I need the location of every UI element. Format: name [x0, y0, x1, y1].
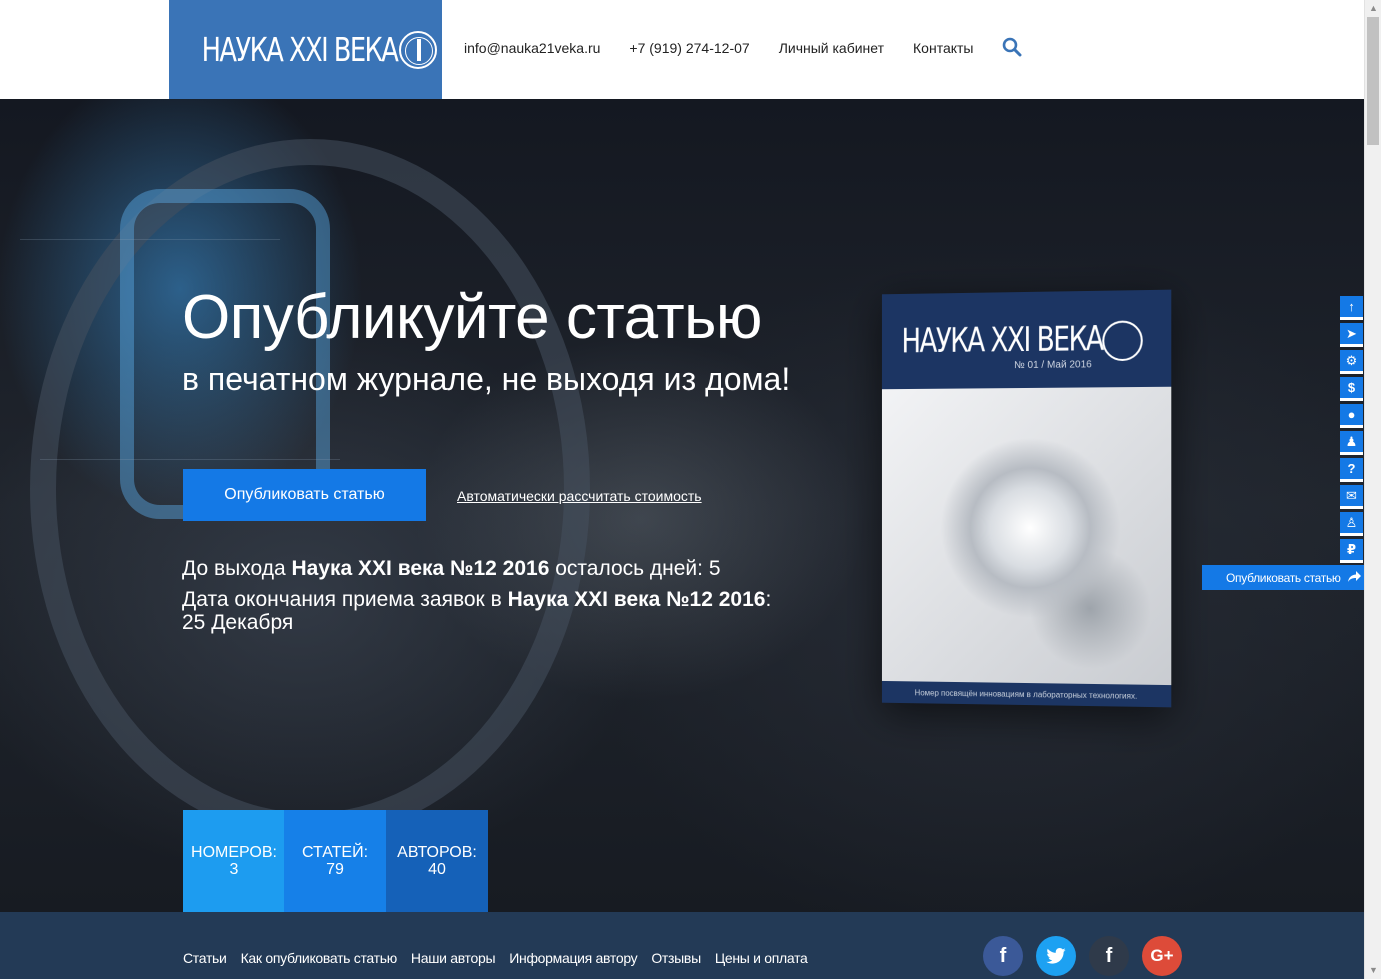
email-link[interactable]: info@nauka21veka.ru	[464, 40, 600, 56]
stat-value: 40	[428, 861, 446, 878]
users-icon[interactable]: ♟	[1340, 431, 1363, 455]
hero-section: Опубликуйте статью в печатном журнале, н…	[0, 99, 1364, 912]
background-decoration	[40, 459, 340, 460]
stat-label: НОМЕРОВ:	[191, 844, 277, 861]
footer-nav: Статьи Как опубликовать статью Наши авто…	[183, 950, 822, 966]
stat-articles: СТАТЕЙ: 79	[284, 810, 386, 912]
countdown-suffix: осталось дней: 5	[549, 557, 721, 580]
envelope-icon[interactable]: ✉	[1340, 485, 1363, 509]
twitter-bird-icon	[1046, 948, 1066, 964]
magazine-logo-icon	[1102, 320, 1143, 362]
twitter-icon[interactable]	[1036, 936, 1076, 976]
countdown-prefix: До выхода	[182, 557, 292, 580]
side-publish-button[interactable]: Опубликовать статью	[1202, 565, 1364, 590]
dollar-icon[interactable]: $	[1340, 377, 1363, 401]
magazine-cover: НАУКА XXI ВЕКА № 01 / Май 2016 Номер пос…	[881, 289, 1172, 708]
background-decoration	[20, 239, 280, 240]
countdown-issue: Наука XXI века №12 2016	[291, 557, 550, 580]
footer-link-reviews[interactable]: Отзывы	[651, 950, 701, 966]
stat-label: АВТОРОВ:	[397, 844, 477, 861]
site-header: НАУКА XXI ВЕКА info@nauka21veka.ru +7 (9…	[0, 0, 1364, 99]
issue-countdown: До выхода Наука XXI века №12 2016 остало…	[182, 557, 721, 580]
magazine-cover-image	[881, 386, 1172, 686]
top-nav: info@nauka21veka.ru +7 (919) 274-12-07 Л…	[464, 37, 1022, 57]
scrollbar-thumb[interactable]	[1367, 17, 1379, 145]
stat-label: СТАТЕЙ:	[301, 844, 369, 861]
question-icon[interactable]: ?	[1340, 458, 1363, 482]
share-icon	[1348, 571, 1361, 582]
deadline-date: 25 Декабря	[182, 611, 294, 634]
gear-icon[interactable]: ⚙	[1340, 350, 1363, 374]
stat-value: 79	[326, 861, 344, 878]
magazine-title: НАУКА XXI ВЕКА	[901, 318, 1103, 362]
scroll-down-arrow-icon[interactable]: ▼	[1365, 962, 1381, 979]
submission-deadline: Дата окончания приема заявок в Наука XXI…	[182, 588, 822, 634]
stat-authors: АВТОРОВ: 40	[386, 810, 488, 912]
contacts-link[interactable]: Контакты	[913, 40, 973, 56]
search-icon[interactable]	[1002, 37, 1022, 57]
magazine-header: НАУКА XXI ВЕКА № 01 / Май 2016	[881, 289, 1172, 390]
comment-icon[interactable]: ●	[1340, 404, 1363, 428]
phone-link[interactable]: +7 (919) 274-12-07	[629, 40, 749, 56]
vertical-scrollbar[interactable]: ▲ ▼	[1364, 0, 1381, 979]
footer-link-articles[interactable]: Статьи	[183, 950, 227, 966]
site-footer: Статьи Как опубликовать статью Наши авто…	[0, 912, 1364, 979]
arrow-up-icon[interactable]: ↑	[1340, 296, 1363, 320]
magazine-footer: Номер посвящён инновациям в лабораторных…	[881, 680, 1172, 708]
stat-issues: НОМЕРОВ: 3	[183, 810, 285, 912]
user-icon[interactable]: ♙	[1340, 512, 1363, 536]
hero-title: Опубликуйте статью	[182, 283, 762, 352]
logo-emblem-icon	[398, 30, 437, 69]
calculate-cost-link[interactable]: Автоматически рассчитать стоимость	[457, 488, 702, 504]
scroll-up-arrow-icon[interactable]: ▲	[1365, 0, 1381, 17]
personal-cabinet-link[interactable]: Личный кабинет	[779, 40, 884, 56]
send-icon[interactable]: ➤	[1340, 323, 1363, 347]
footer-link-authors[interactable]: Наши авторы	[411, 950, 496, 966]
magazine-issue: № 01 / Май 2016	[1014, 359, 1092, 372]
footer-link-how-to-publish[interactable]: Как опубликовать статью	[241, 950, 398, 966]
footer-link-prices[interactable]: Цены и оплата	[715, 950, 808, 966]
facebook-icon[interactable]: f	[1089, 936, 1129, 976]
site-logo[interactable]: НАУКА XXI ВЕКА	[169, 0, 442, 99]
side-publish-label: Опубликовать статью	[1226, 570, 1341, 585]
deadline-issue: Наука XXI века №12 2016	[507, 588, 766, 611]
ruble-icon[interactable]: ₽	[1340, 539, 1363, 563]
facebook-icon[interactable]: f	[983, 936, 1023, 976]
stat-value: 3	[229, 861, 239, 878]
google-plus-icon[interactable]: G+	[1142, 936, 1182, 976]
publish-article-button[interactable]: Опубликовать статью	[183, 469, 426, 521]
footer-link-author-info[interactable]: Информация автору	[509, 950, 637, 966]
hero-subtitle: в печатном журнале, не выходя из дома!	[182, 361, 791, 397]
deadline-prefix: Дата окончания приема заявок в	[182, 588, 508, 611]
deadline-suffix: :	[765, 588, 772, 611]
logo-text: НАУКА XXI ВЕКА	[201, 30, 399, 69]
